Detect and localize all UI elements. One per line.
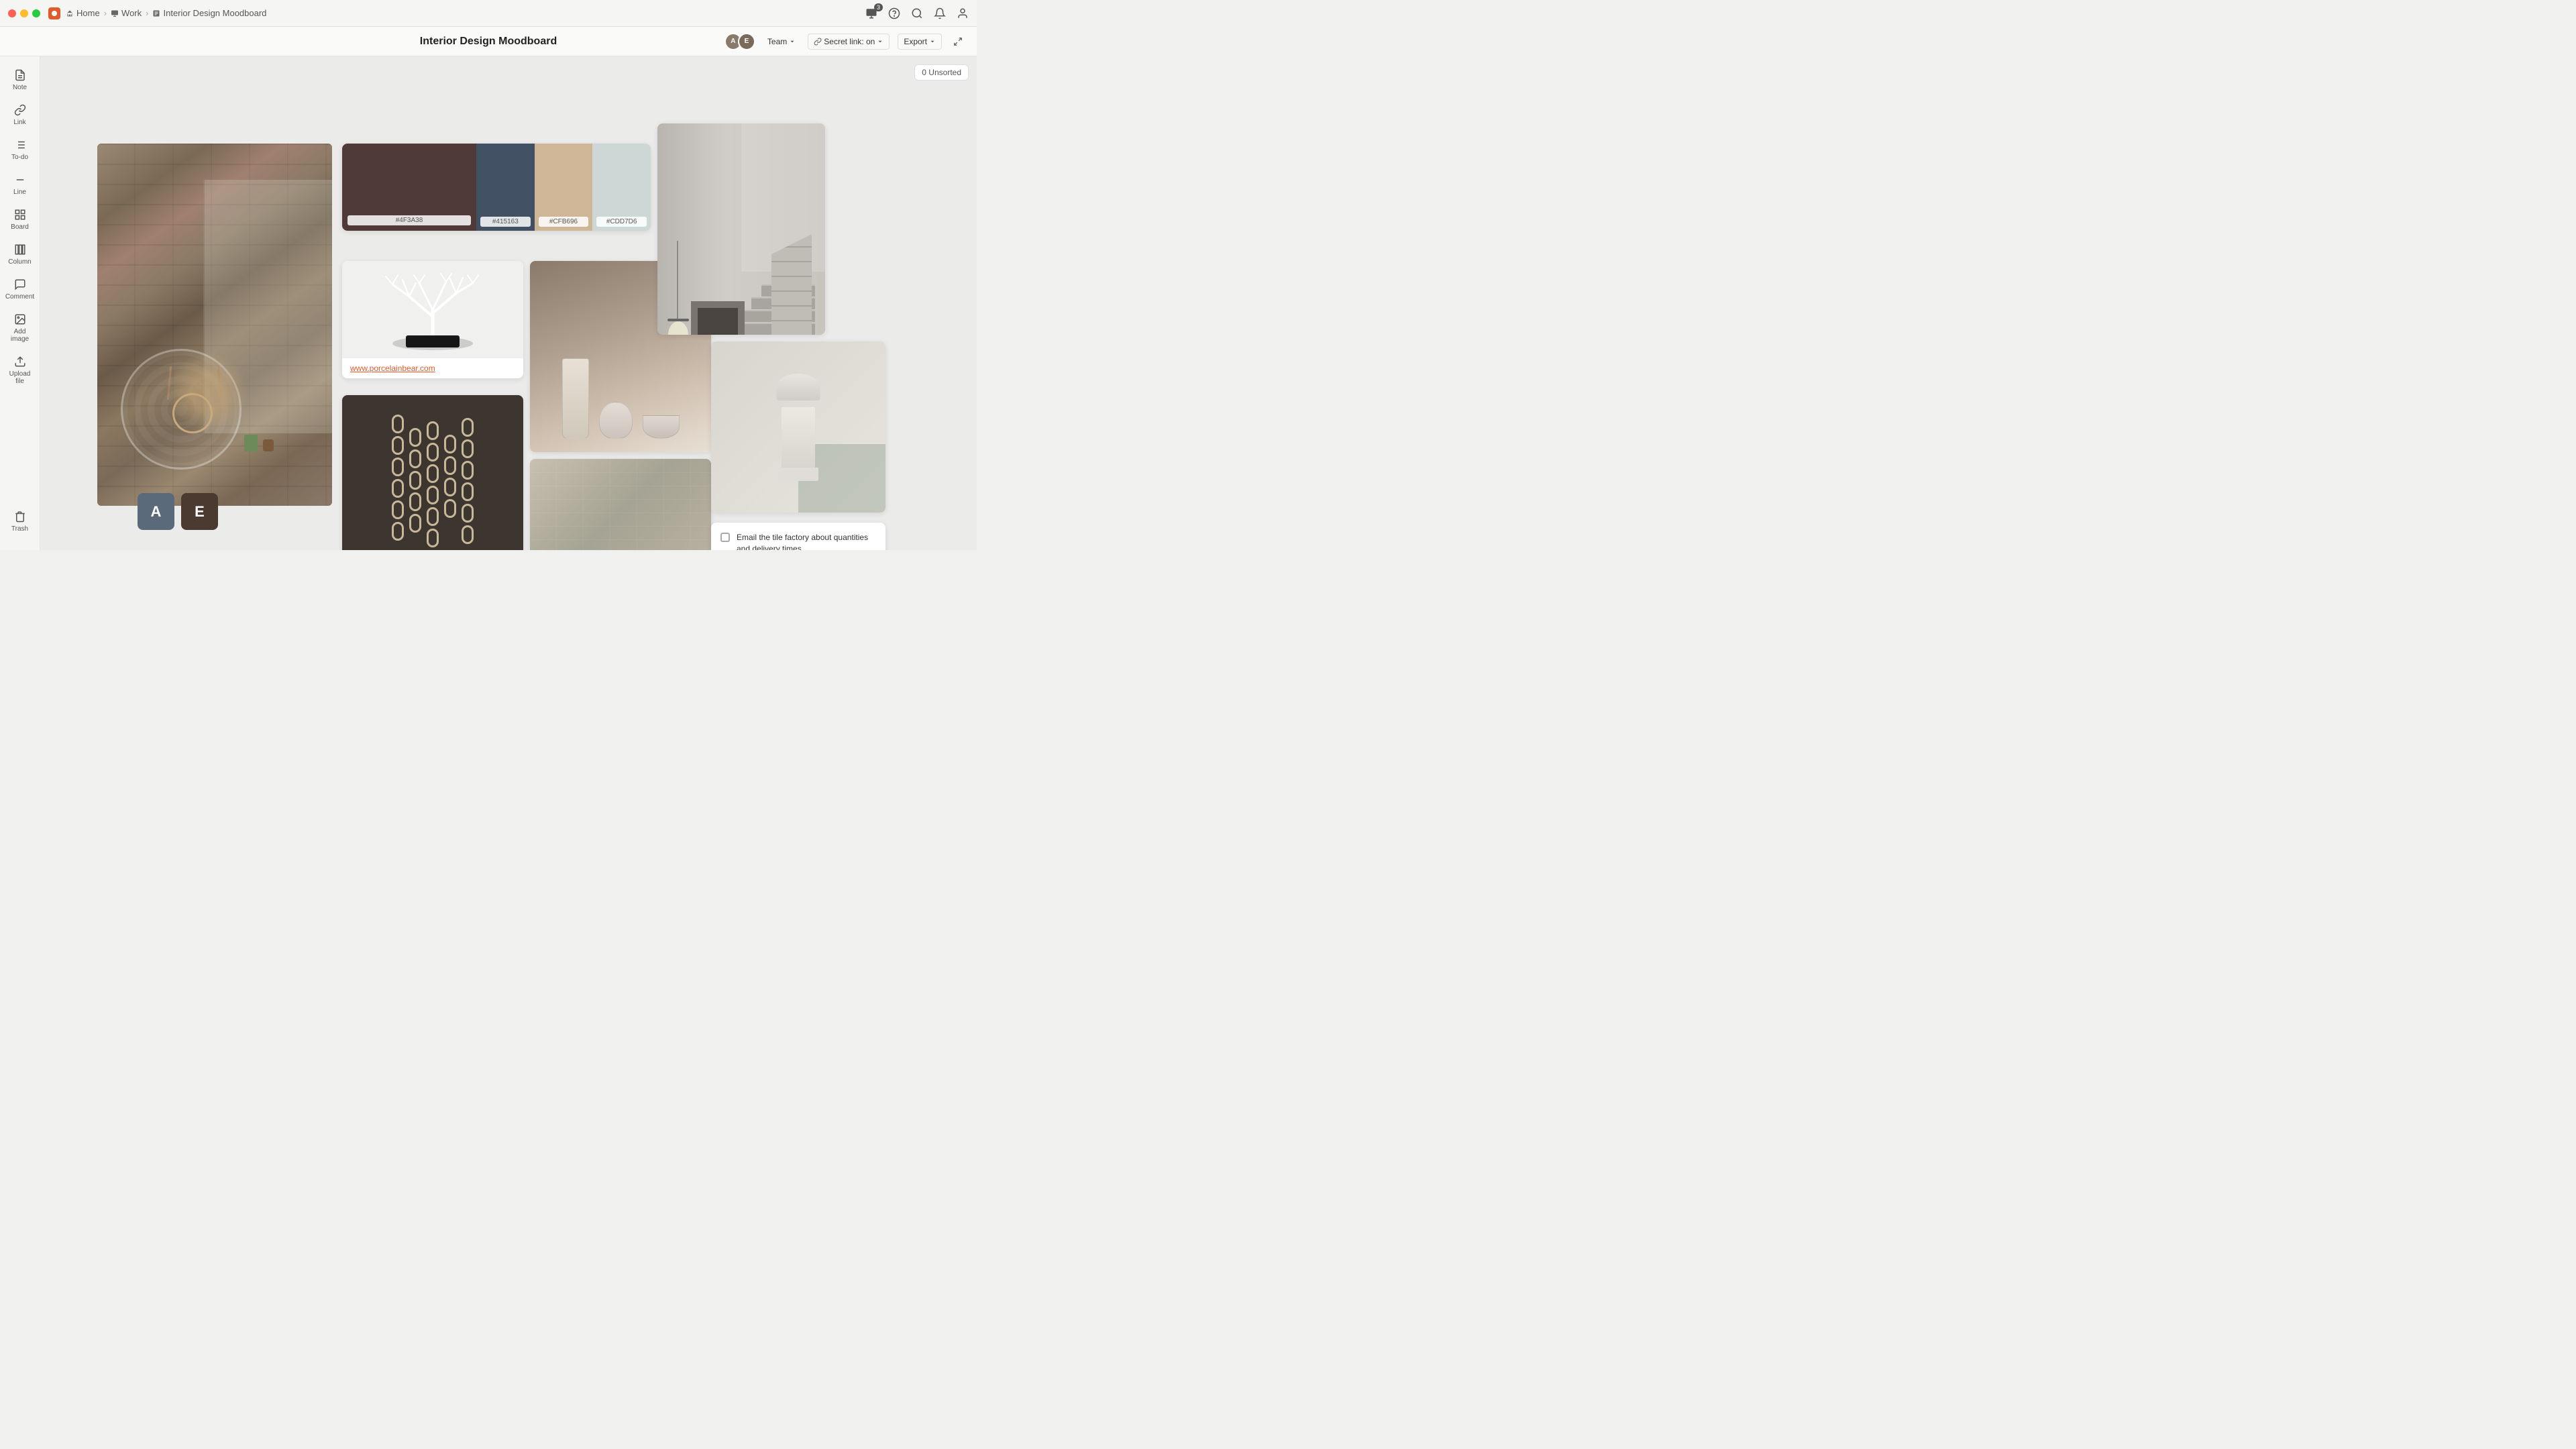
todo-label: To-do bbox=[11, 154, 28, 161]
trash-label: Trash bbox=[11, 525, 28, 533]
main-layout: Note Link To-do Line Board bbox=[0, 56, 977, 550]
column-label: Column bbox=[8, 258, 31, 266]
lamp-sculpture-photo[interactable] bbox=[711, 341, 885, 513]
chain-pendant-card[interactable] bbox=[342, 395, 523, 550]
todo-text-1: Email the tile factory about quantities … bbox=[737, 532, 876, 550]
expand-button[interactable] bbox=[950, 34, 966, 50]
notification-icon[interactable] bbox=[934, 7, 946, 19]
search-icon[interactable] bbox=[911, 7, 923, 19]
help-icon[interactable] bbox=[888, 7, 900, 19]
porcelain-card[interactable]: www.porcelainbear.com bbox=[342, 261, 523, 378]
add-image-label: Add image bbox=[6, 328, 34, 343]
vase-tall bbox=[562, 358, 589, 439]
link-label: Link bbox=[13, 119, 25, 126]
sidebar: Note Link To-do Line Board bbox=[0, 56, 40, 550]
upload-label: Upload file bbox=[6, 370, 34, 385]
todo-checkbox-1[interactable] bbox=[720, 533, 730, 542]
comment-label: Comment bbox=[5, 293, 34, 301]
avatar-2: E bbox=[738, 33, 755, 50]
color-swatches-small: #415163 #CFB696 #CDD7D6 bbox=[476, 144, 651, 231]
unsorted-badge: 0 Unsorted bbox=[914, 64, 969, 80]
close-button[interactable] bbox=[8, 9, 16, 17]
monitor-icon-wrapper[interactable]: 3 bbox=[865, 7, 877, 19]
secret-link-button[interactable]: Secret link: on bbox=[808, 34, 890, 50]
link-icon bbox=[13, 103, 27, 117]
trash-icon bbox=[13, 510, 27, 523]
sidebar-item-add-image[interactable]: Add image bbox=[3, 309, 37, 347]
sidebar-item-upload-file[interactable]: Upload file bbox=[3, 351, 37, 389]
user-avatar-row: A E bbox=[138, 493, 218, 530]
color-swatch-1: #415163 bbox=[476, 144, 535, 231]
fullscreen-button[interactable] bbox=[32, 9, 40, 17]
color-label-3: #CDD7D6 bbox=[596, 217, 647, 227]
user-avatar-a[interactable]: A bbox=[138, 493, 174, 530]
arch-lamp bbox=[765, 374, 832, 481]
topbar-right: 3 bbox=[865, 7, 969, 19]
sidebar-item-todo[interactable]: To-do bbox=[3, 134, 37, 165]
canvas[interactable]: 0 Unsorted bbox=[40, 56, 977, 550]
image-icon bbox=[13, 313, 27, 326]
vase-small bbox=[599, 402, 633, 439]
color-palette-card[interactable]: #4F3A38 #415163 #CFB696 #CDD7D6 bbox=[342, 144, 651, 231]
color-swatch-3: #CDD7D6 bbox=[592, 144, 651, 231]
sidebar-item-line[interactable]: Line bbox=[3, 169, 37, 200]
todo-icon bbox=[13, 138, 27, 152]
color-label-1: #415163 bbox=[480, 217, 531, 227]
traffic-lights bbox=[8, 9, 40, 17]
headerbar: Interior Design Moodboard A E Team Secre… bbox=[0, 27, 977, 56]
topbar: Home › Work › Interior Design Moodboard … bbox=[0, 0, 977, 27]
board-icon bbox=[13, 208, 27, 221]
tile-sample-image[interactable] bbox=[530, 459, 711, 550]
color-swatch-main: #4F3A38 bbox=[342, 144, 476, 231]
note-label: Note bbox=[13, 84, 27, 91]
sidebar-item-column[interactable]: Column bbox=[3, 239, 37, 270]
line-label: Line bbox=[13, 189, 26, 196]
sidebar-item-board[interactable]: Board bbox=[3, 204, 37, 235]
breadcrumb-home[interactable]: Home bbox=[66, 8, 100, 18]
color-swatches-row: #4F3A38 #415163 #CFB696 #CDD7D6 bbox=[342, 144, 651, 231]
team-button[interactable]: Team bbox=[763, 34, 800, 49]
porcelain-link[interactable]: www.porcelainbear.com bbox=[342, 358, 523, 378]
breadcrumb: Home › Work › Interior Design Moodboard bbox=[66, 8, 266, 18]
upload-icon bbox=[13, 355, 27, 368]
breadcrumb-work[interactable]: Work bbox=[111, 8, 142, 18]
app-icon bbox=[48, 7, 60, 19]
monitor-badge: 3 bbox=[874, 3, 883, 11]
moodboard: #4F3A38 #415163 #CFB696 #CDD7D6 bbox=[40, 56, 977, 550]
color-label-0: #4F3A38 bbox=[347, 215, 471, 225]
collaborator-avatars: A E bbox=[724, 33, 755, 50]
note-icon bbox=[13, 68, 27, 82]
export-button[interactable]: Export bbox=[898, 34, 942, 50]
sidebar-item-note[interactable]: Note bbox=[3, 64, 37, 95]
sidebar-item-link[interactable]: Link bbox=[3, 99, 37, 130]
headerbar-right: A E Team Secret link: on Export bbox=[724, 33, 966, 50]
user-avatar-e[interactable]: E bbox=[181, 493, 218, 530]
bowl bbox=[643, 415, 680, 439]
porcelain-image bbox=[342, 261, 523, 358]
chain-links bbox=[392, 415, 474, 547]
minimize-button[interactable] bbox=[20, 9, 28, 17]
breadcrumb-page[interactable]: Interior Design Moodboard bbox=[152, 8, 266, 18]
sidebar-item-trash[interactable]: Trash bbox=[3, 506, 37, 537]
column-icon bbox=[13, 243, 27, 256]
sidebar-item-comment[interactable]: Comment bbox=[3, 274, 37, 305]
stone-wall-image[interactable] bbox=[97, 144, 332, 506]
user-icon[interactable] bbox=[957, 7, 969, 19]
line-icon bbox=[13, 173, 27, 186]
color-swatch-2: #CFB696 bbox=[535, 144, 593, 231]
board-label: Board bbox=[11, 223, 29, 231]
comment-icon bbox=[13, 278, 27, 291]
page-title: Interior Design Moodboard bbox=[420, 36, 557, 48]
todo-item-1: Email the tile factory about quantities … bbox=[720, 532, 876, 550]
interior-photo[interactable] bbox=[657, 123, 825, 335]
color-label-2: #CFB696 bbox=[539, 217, 589, 227]
todo-card[interactable]: Email the tile factory about quantities … bbox=[711, 523, 885, 550]
